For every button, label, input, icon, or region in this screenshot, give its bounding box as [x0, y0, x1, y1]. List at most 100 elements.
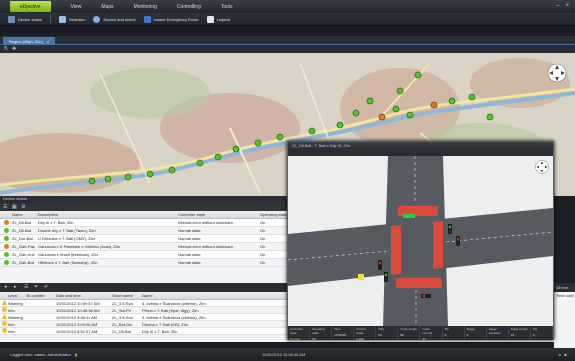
- status-grid-cell: Stage length 19: [509, 326, 531, 340]
- table-row[interactable]: ZL_Gah-Vrsl Gahurova x Vrsek (třešňová), …: [0, 251, 288, 259]
- controller-state: Normal state: [178, 252, 201, 257]
- grid-view-icon[interactable]: ▦: [12, 204, 17, 210]
- table-row[interactable]: ZL_Dil-Bat Dlouhé díly x T. Bati (Tamu), …: [0, 227, 288, 235]
- selection-icon: [59, 15, 67, 23]
- status-grid-label: Control mode: [356, 327, 366, 335]
- status-grid-label: Cycle length: [400, 327, 417, 331]
- event-level: Info: [8, 307, 15, 313]
- list-view-icon[interactable]: ☰: [3, 204, 7, 210]
- document-tabs: Region (Mlýn, Zlín) ×: [0, 36, 575, 45]
- lock-status-icon: ◆: [563, 352, 567, 357]
- operating-state: On: [260, 252, 266, 257]
- column-description[interactable]: Description: [38, 212, 178, 217]
- status-grid-cell: Stage 2: [465, 326, 487, 340]
- status-dot-icon: [3, 236, 9, 241]
- app-name: eDjective: [20, 3, 41, 10]
- event-level: Warning: [8, 314, 23, 320]
- confirm-icon[interactable]: ✔: [44, 284, 48, 290]
- device-name: ZL_Gah-Bat: [12, 260, 34, 265]
- status-grid-value: Local actuated: [356, 337, 364, 340]
- status-indicators: ■ ◆: [559, 352, 568, 357]
- legend-label: Legend: [216, 16, 231, 22]
- device-status-button[interactable]: Device status: [8, 15, 42, 23]
- legend-button[interactable]: Legend: [206, 15, 231, 23]
- logged-user: Logged user: admin, Administrator: [10, 352, 71, 357]
- device-name: ZL_Gah-Vrsl: [12, 252, 35, 257]
- forward-icon[interactable]: ▸: [14, 284, 17, 290]
- table-row[interactable]: ZL_Gah-Pas Gahurova x K Pasekám x Vižecha…: [0, 243, 288, 251]
- column-controller-state[interactable]: Controller state: [178, 212, 260, 217]
- all-events-tab[interactable]: All eve: [554, 283, 575, 292]
- menu-maps[interactable]: Maps: [101, 4, 113, 10]
- status-grid-cell: Time 10:59:06: [332, 326, 355, 340]
- popup-nav-control[interactable]: [535, 160, 549, 174]
- close-tab-icon[interactable]: ×: [47, 39, 49, 44]
- status-grid-value: 90: [400, 333, 404, 337]
- menu-tools[interactable]: Tools: [221, 4, 233, 10]
- status-dot-icon: [3, 260, 9, 265]
- operating-state: On: [260, 220, 266, 225]
- status-grid-cell: TR 0: [443, 326, 465, 340]
- status-grid-cell: Cycle second 41: [420, 326, 443, 340]
- table-row[interactable]: ZL_Dre-Bat U Dřevnice x T. Bati (OMV), Zl…: [0, 235, 288, 243]
- event-short-name: ZL_3.5-Sva: [112, 300, 133, 306]
- info-icon: [2, 328, 7, 333]
- menu-monitoring[interactable]: Monitoring: [134, 4, 157, 10]
- info-icon: [2, 321, 7, 326]
- pointer-icon[interactable]: ⇱: [4, 46, 10, 52]
- device-panel-title: Device status: [0, 196, 288, 203]
- route-icon: [143, 15, 151, 23]
- app-menu-button[interactable]: eDjective: [10, 1, 51, 12]
- event-short-name: ZL_Sla-Pri: [112, 307, 131, 313]
- status-grid-value: 19: [510, 333, 515, 337]
- pan-icon[interactable]: ✥: [12, 46, 18, 52]
- toolbar: Device status Selection Search and selec…: [0, 13, 575, 26]
- column-date-time[interactable]: Date and time: [56, 293, 112, 298]
- column-operating-state[interactable]: Operating state: [260, 212, 288, 217]
- controller-state: Normal state: [178, 228, 201, 233]
- column-name[interactable]: Name: [142, 293, 252, 298]
- event-name: Přímá x T. Bati (Spar, Algy), Zlín: [142, 307, 199, 313]
- status-grid-cell: Plan P1: [376, 326, 399, 340]
- intersection-window[interactable]: ZL_Dil-Bat - T. Bati x Díly III, Zlín Co…: [287, 141, 554, 340]
- column-to-confirm[interactable]: To confirm: [26, 293, 56, 298]
- status-grid-label: Operating state: [312, 327, 326, 335]
- search-select-button[interactable]: Search and select: [93, 15, 136, 23]
- intersection-drawing: [288, 156, 553, 326]
- settings-icon[interactable]: ⚙: [21, 204, 25, 210]
- column-level[interactable]: Level: [8, 293, 26, 298]
- event-level: Info: [8, 321, 15, 327]
- menu-bar: eDjective View Maps Monitoring Controlli…: [0, 0, 575, 13]
- table-row[interactable]: ZL_Gah-Bat Hřbitovní x T. Bati (Samohýl),…: [0, 259, 288, 267]
- table-row[interactable]: ZL_Dil-Bat Díly III x T. Bati, Zlín Intern…: [0, 219, 288, 227]
- minimize-icon[interactable]: –: [556, 3, 559, 9]
- status-grid-label: Stage length: [510, 327, 528, 331]
- lock-icon[interactable]: ▮: [75, 352, 77, 357]
- close-icon[interactable]: ×: [565, 3, 569, 9]
- emergency-route-button[interactable]: Insane Emergency Route: [143, 15, 199, 23]
- device-description: Gahurova x K Pasekám x Vižecha (Avail), …: [38, 244, 120, 249]
- status-grid-label: Time: [334, 327, 341, 331]
- status-grid-cell: Control mode Local actuated: [354, 326, 377, 340]
- operating-state: On: [260, 260, 266, 265]
- event-date: 10/31/2012 9:46:11 AM: [56, 314, 98, 320]
- status-dot-icon: [3, 220, 9, 225]
- map-navigation-control[interactable]: [547, 63, 567, 83]
- warning-icon: [2, 314, 7, 319]
- selection-button[interactable]: Selection: [59, 15, 86, 23]
- column-short-name[interactable]: Short name: [112, 293, 142, 298]
- tab-region-map[interactable]: Region (Mlýn, Zlín) ×: [3, 37, 56, 45]
- selection-label: Selection: [69, 16, 86, 22]
- menu-controlling[interactable]: Controlling: [177, 4, 201, 10]
- menu-view[interactable]: View: [71, 4, 82, 10]
- status-grid-value: P1: [378, 333, 382, 337]
- window-controls: – ×: [556, 3, 569, 9]
- device-panel-toolbar: ☰ ▦ ⚙: [0, 203, 288, 211]
- column-name[interactable]: Name: [12, 212, 38, 217]
- time-conf-column[interactable]: Time conf: [554, 293, 575, 298]
- status-dot-icon: [3, 228, 9, 233]
- intersection-view[interactable]: [288, 156, 553, 326]
- back-icon[interactable]: ◂: [4, 284, 7, 290]
- filter-icon[interactable]: ⏷: [34, 284, 38, 290]
- list-icon[interactable]: ☰: [24, 284, 28, 290]
